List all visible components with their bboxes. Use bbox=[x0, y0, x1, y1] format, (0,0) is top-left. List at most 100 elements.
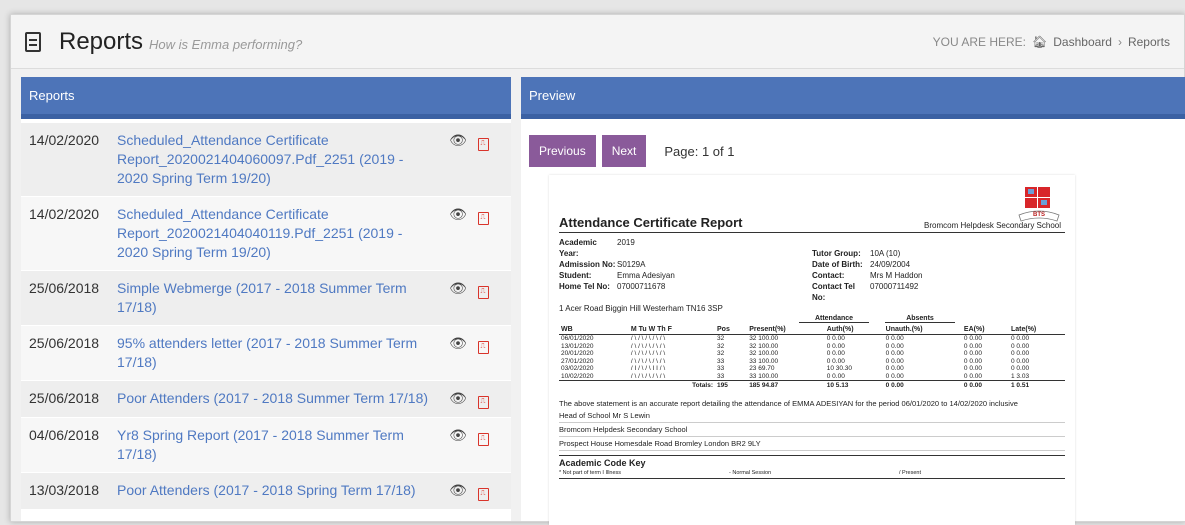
report-date: 13/03/2018 bbox=[29, 482, 100, 498]
report-link[interactable]: Poor Attenders (2017 - 2018 Summer Term … bbox=[117, 389, 437, 408]
code-key-row: * Not part of term I Illness - Normal Se… bbox=[559, 470, 1065, 479]
table-cell: / \ / \ / \ / \ / \ bbox=[630, 335, 666, 342]
table-cell: 33 bbox=[717, 365, 725, 372]
list-item: 14/02/2020 Scheduled_Attendance Certifica… bbox=[21, 197, 511, 271]
report-link[interactable]: Yr8 Spring Report (2017 - 2018 Summer Te… bbox=[117, 426, 437, 464]
page-title: Reports bbox=[59, 27, 144, 55]
info-label: Academic Year: bbox=[559, 238, 597, 258]
table-cell: 0 0.00 bbox=[885, 357, 904, 365]
table-cell: 0 0.00 bbox=[885, 372, 904, 380]
eye-icon[interactable]: 👁︎ bbox=[443, 334, 473, 353]
list-item: 04/06/2018 Yr8 Spring Report (2017 - 2018… bbox=[21, 418, 511, 473]
info-row: Home Tel No: 07000711678 bbox=[559, 281, 812, 292]
table-cell: 23 69.70 bbox=[749, 365, 775, 372]
table-cell: 33 100.00 bbox=[749, 357, 779, 365]
report-link[interactable]: Scheduled_Attendance Certificate Report_… bbox=[117, 205, 437, 262]
totals-cell: 0 0.00 bbox=[883, 380, 962, 390]
info-value: 07000711678 bbox=[617, 282, 666, 291]
table-row: 20/01/2020 / \ / \ / \ / \ / \ 32 32 100.00… bbox=[559, 350, 1065, 358]
table-cell: / I / \ / \ I I / \ bbox=[630, 365, 666, 372]
column-header: Unauth.(%) bbox=[883, 325, 962, 335]
table-cell: 0 0.00 bbox=[826, 350, 845, 357]
info-label: Contact Tel No: bbox=[812, 282, 855, 302]
breadcrumb-dashboard[interactable]: Dashboard bbox=[1053, 35, 1112, 49]
document-icon bbox=[25, 31, 41, 52]
pdf-icon[interactable]: ⎍ bbox=[473, 334, 493, 354]
info-value: 24/09/2004 bbox=[870, 260, 911, 269]
table-cell: 32 bbox=[717, 335, 725, 342]
attendance-statement: The above statement is an accurate repor… bbox=[559, 398, 1018, 408]
info-row: Admission No: S0129A bbox=[559, 259, 812, 270]
student-info: Academic Year: 2019 Admission No: S0129A Stu… bbox=[559, 237, 1065, 303]
report-date: 14/02/2020 bbox=[29, 132, 100, 148]
report-date: 25/06/2018 bbox=[29, 390, 100, 406]
info-label: Contact: bbox=[812, 271, 845, 280]
eye-icon[interactable]: 👁︎ bbox=[443, 205, 473, 224]
table-cell: 20/01/2020 bbox=[561, 350, 594, 357]
table-cell: 0 0.00 bbox=[826, 372, 845, 380]
report-link[interactable]: Scheduled_Attendance Certificate Report_… bbox=[117, 131, 437, 188]
info-value: 10A (10) bbox=[870, 249, 901, 258]
table-cell: 32 100.00 bbox=[749, 342, 779, 350]
eye-icon[interactable]: 👁︎ bbox=[443, 389, 473, 408]
table-cell: 0 0.00 bbox=[963, 350, 982, 357]
table-cell: 13/01/2020 bbox=[561, 342, 594, 350]
pdf-icon[interactable]: ⎍ bbox=[473, 205, 493, 225]
table-cell: 0 0.00 bbox=[1010, 365, 1030, 372]
info-label: Student: bbox=[559, 271, 592, 280]
table-cell: 0 0.00 bbox=[885, 342, 904, 350]
table-cell: 33 100.00 bbox=[749, 372, 779, 380]
pdf-icon[interactable]: ⎍ bbox=[473, 389, 493, 409]
preview-controls: Previous Next Page: 1 of 1 bbox=[521, 119, 1185, 175]
report-link[interactable]: Poor Attenders (2017 - 2018 Spring Term … bbox=[117, 481, 437, 500]
breadcrumb-prefix: YOU ARE HERE: bbox=[932, 34, 1027, 49]
column-header: M Tu W Th F bbox=[628, 325, 715, 335]
head-of-school: Head of School Mr S Lewin bbox=[559, 409, 1065, 423]
next-button[interactable]: Next bbox=[601, 135, 647, 167]
totals-cell: 0 0.00 bbox=[961, 380, 1009, 390]
absents-group-label: Absents bbox=[885, 315, 955, 323]
previous-button[interactable]: Previous bbox=[529, 135, 596, 167]
eye-icon[interactable]: 👁︎ bbox=[443, 426, 473, 445]
info-row: Contact Tel No: 07000711492 bbox=[812, 281, 1065, 303]
table-cell: 0 0.00 bbox=[1010, 357, 1030, 365]
home-icon[interactable]: 🏠︎ bbox=[1032, 35, 1047, 49]
table-cell: 0 0.00 bbox=[885, 335, 904, 342]
document-header: Attendance Certificate Report Bromcom He… bbox=[559, 215, 1065, 233]
pdf-icon[interactable]: ⎍ bbox=[473, 279, 493, 299]
column-header: EA(%) bbox=[961, 325, 1009, 335]
info-value: S0129A bbox=[617, 260, 646, 269]
info-value: 07000711492 bbox=[870, 282, 919, 291]
breadcrumb-separator: › bbox=[1117, 34, 1122, 49]
eye-icon[interactable]: 👁︎ bbox=[443, 131, 473, 150]
code-key-title: Academic Code Key bbox=[559, 454, 1065, 468]
reports-list: 14/02/2020 Scheduled_Attendance Certifica… bbox=[21, 119, 511, 510]
pdf-icon[interactable]: ⎍ bbox=[473, 131, 493, 151]
info-row: Academic Year: 2019 bbox=[559, 237, 812, 259]
report-link[interactable]: 95% attenders letter (2017 - 2018 Summer… bbox=[117, 334, 437, 372]
student-info-right: Tutor Group: 10A (10) Date of Birth: 24/09/… bbox=[812, 237, 1065, 303]
report-date: 14/02/2020 bbox=[29, 206, 100, 222]
document-title: Attendance Certificate Report bbox=[559, 215, 743, 230]
report-link[interactable]: Simple Webmerge (2017 - 2018 Summer Term… bbox=[117, 279, 437, 317]
school-address-line: Prospect House Homesdale Road Bromley Lo… bbox=[559, 437, 1065, 451]
breadcrumb: YOU ARE HERE: 🏠︎ Dashboard › Reports bbox=[933, 35, 1170, 49]
totals-cell: 185 94.87 bbox=[747, 380, 825, 390]
table-cell: 0 0.00 bbox=[885, 350, 904, 357]
info-label: Home Tel No: bbox=[559, 282, 610, 291]
eye-icon[interactable]: 👁︎ bbox=[443, 279, 473, 298]
breadcrumb-reports[interactable]: Reports bbox=[1128, 35, 1170, 49]
page-subtitle: How is Emma performing? bbox=[149, 37, 303, 52]
table-cell: 0 0.00 bbox=[826, 335, 845, 342]
report-document: BTS Attendance Certificate Report Bromco… bbox=[549, 175, 1075, 525]
table-cell: 0 0.00 bbox=[1010, 335, 1030, 342]
totals-cell: 1 0.51 bbox=[1008, 380, 1065, 390]
code-key-3: / Present bbox=[899, 469, 922, 476]
school-name-line: Bromcom Helpdesk Secondary School bbox=[559, 423, 1065, 437]
table-cell: 33 bbox=[717, 372, 725, 380]
pdf-icon[interactable]: ⎍ bbox=[473, 426, 493, 446]
table-cell: 0 0.00 bbox=[885, 365, 904, 372]
info-label: Date of Birth: bbox=[812, 260, 863, 269]
eye-icon[interactable]: 👁︎ bbox=[443, 481, 473, 500]
pdf-icon[interactable]: ⎍ bbox=[473, 481, 493, 501]
